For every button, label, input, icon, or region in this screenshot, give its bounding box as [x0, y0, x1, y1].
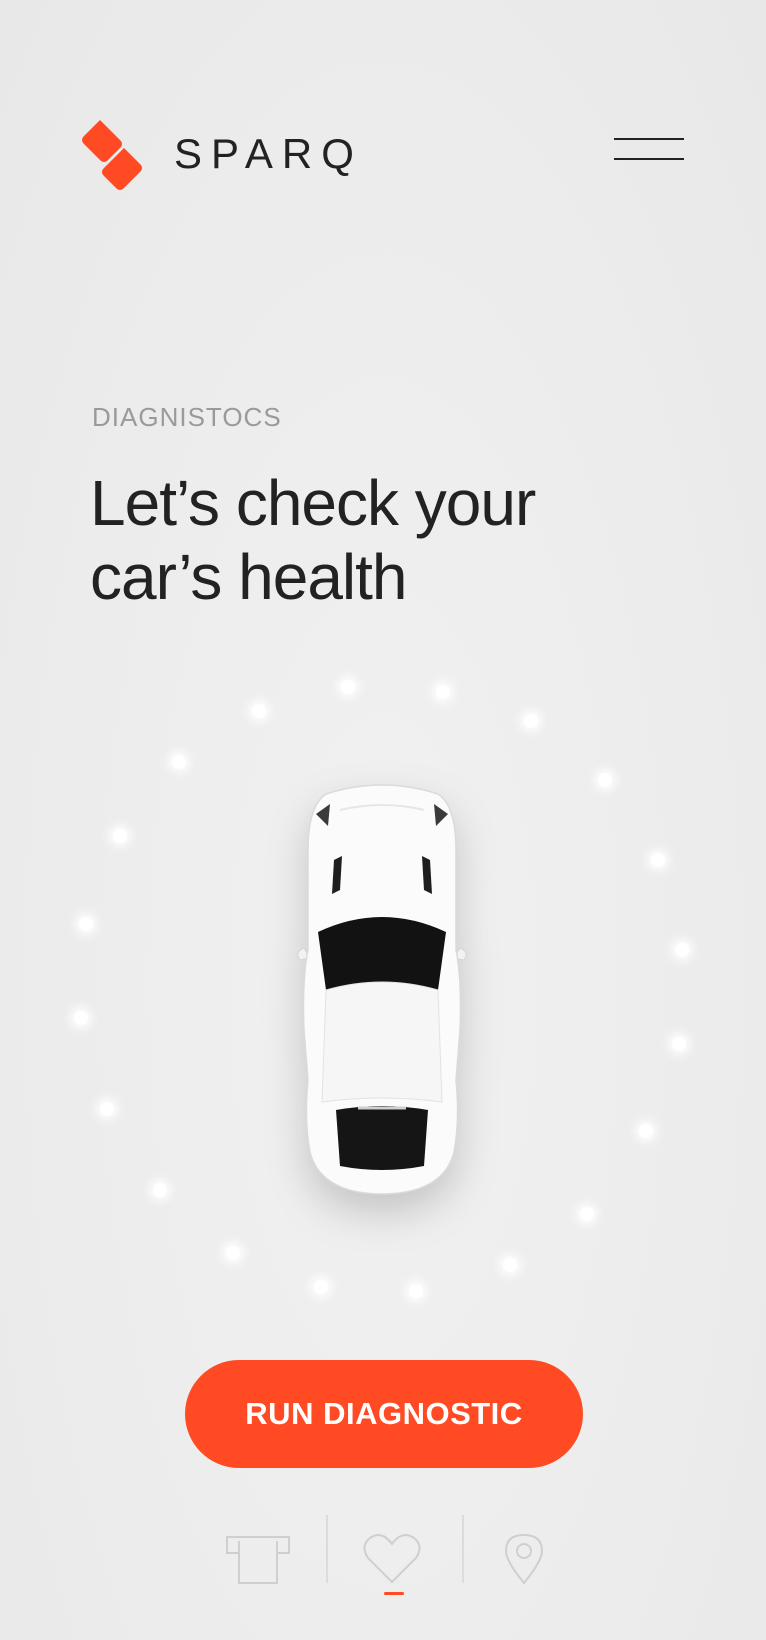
scan-dot [79, 917, 93, 931]
hamburger-icon [614, 138, 684, 140]
headline-line-1: Let’s check your [90, 467, 536, 539]
nav-item-heart[interactable] [352, 1523, 432, 1595]
scan-dot [113, 829, 127, 843]
heart-icon [363, 1534, 421, 1584]
header: SPARQ [0, 0, 766, 300]
scan-dot [672, 1037, 686, 1051]
scan-dot [675, 943, 689, 957]
scan-dot [639, 1124, 653, 1138]
bottom-nav [200, 1515, 566, 1605]
scan-dot [524, 714, 538, 728]
scan-dot [314, 1280, 328, 1294]
scan-dot [651, 853, 665, 867]
page-title: Let’s check your car’s health [90, 466, 650, 614]
headline-line-2: car’s health [90, 541, 407, 613]
scan-dot [226, 1246, 240, 1260]
car-stage [0, 660, 766, 1320]
nav-divider [462, 1515, 464, 1583]
menu-button[interactable] [612, 136, 686, 166]
scan-dot [503, 1258, 517, 1272]
diagnostics-screen: SPARQ DIAGNISTOCS Let’s check your car’s… [0, 0, 766, 1640]
nav-divider [326, 1515, 328, 1583]
section-eyebrow: DIAGNISTOCS [92, 402, 282, 432]
scan-dot [598, 773, 612, 787]
run-diagnostic-button[interactable]: RUN DIAGNOSTIC [185, 1360, 583, 1468]
location-pin-icon [504, 1533, 544, 1585]
active-nav-indicator [384, 1592, 404, 1595]
scan-dot [580, 1207, 594, 1221]
car-top-view-image [297, 784, 467, 1195]
nav-item-tshirt[interactable] [218, 1523, 298, 1595]
scan-dot [172, 755, 186, 769]
nav-item-location[interactable] [484, 1523, 564, 1595]
tshirt-icon [226, 1536, 290, 1584]
hamburger-icon-line [614, 158, 684, 160]
brand-name: SPARQ [174, 130, 363, 177]
scan-dot [153, 1183, 167, 1197]
scan-dot [409, 1284, 423, 1298]
scan-dot [436, 685, 450, 699]
brand-logo[interactable]: SPARQ [80, 118, 363, 190]
sparq-logo-icon [82, 120, 142, 190]
scan-dot [341, 680, 355, 694]
scan-dot [74, 1011, 88, 1025]
scan-dot [100, 1102, 114, 1116]
scan-dot [252, 704, 266, 718]
